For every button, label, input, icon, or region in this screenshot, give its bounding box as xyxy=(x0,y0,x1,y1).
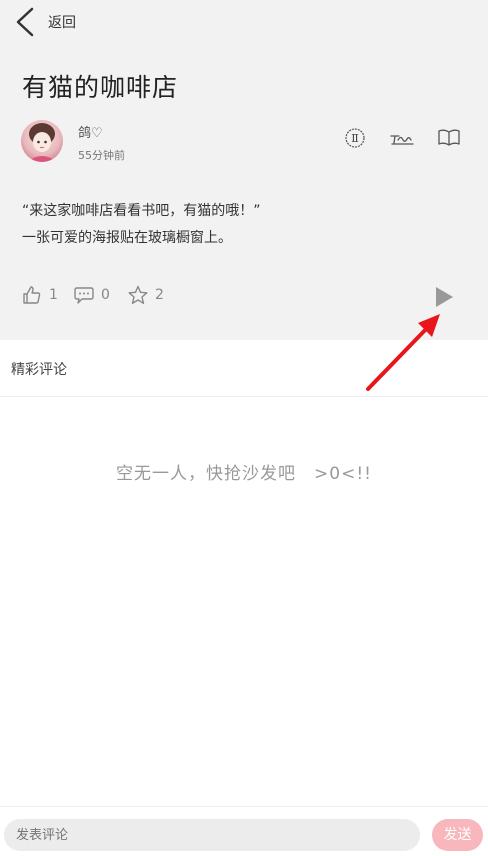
comment-input[interactable] xyxy=(4,819,420,851)
comment-button[interactable]: 0 xyxy=(74,285,110,305)
comments-section-title: 精彩评论 xyxy=(11,362,67,378)
font-style-icon[interactable]: Ⅱ xyxy=(342,127,368,149)
thumbs-up-icon xyxy=(23,286,41,304)
like-count: 1 xyxy=(49,287,58,303)
svg-text:Ⅱ: Ⅱ xyxy=(351,132,358,145)
author-name[interactable]: 鸽♡ xyxy=(78,122,103,141)
favorite-button[interactable]: 2 xyxy=(128,285,164,305)
star-icon xyxy=(128,285,148,304)
post-title: 有猫的咖啡店 xyxy=(22,73,179,102)
comment-icon xyxy=(74,287,94,304)
handwriting-font-icon[interactable] xyxy=(389,127,415,149)
post-line-1: “来这家咖啡店看看书吧，有猫的哦！” xyxy=(22,203,261,219)
empty-comments-text: 空无一人，快抢沙发吧 >0<!! xyxy=(116,464,372,484)
avatar[interactable] xyxy=(21,120,63,162)
red-arrow-annotation xyxy=(366,314,440,391)
send-button[interactable]: 发送 xyxy=(432,819,483,851)
chevron-left-icon xyxy=(16,7,34,37)
post-body: “来这家咖啡店看看书吧，有猫的哦！” 一张可爱的海报贴在玻璃橱窗上。 xyxy=(22,198,261,252)
back-label: 返回 xyxy=(48,15,76,31)
comment-count: 0 xyxy=(101,287,110,303)
post-time: 55分钟前 xyxy=(78,149,125,162)
divider xyxy=(0,396,488,397)
post-line-2: 一张可爱的海报贴在玻璃橱窗上。 xyxy=(22,230,232,246)
back-button[interactable]: 返回 xyxy=(14,6,76,38)
divider xyxy=(0,806,488,807)
like-button[interactable]: 1 xyxy=(22,285,58,305)
book-icon[interactable] xyxy=(436,127,462,149)
favorite-count: 2 xyxy=(155,287,164,303)
